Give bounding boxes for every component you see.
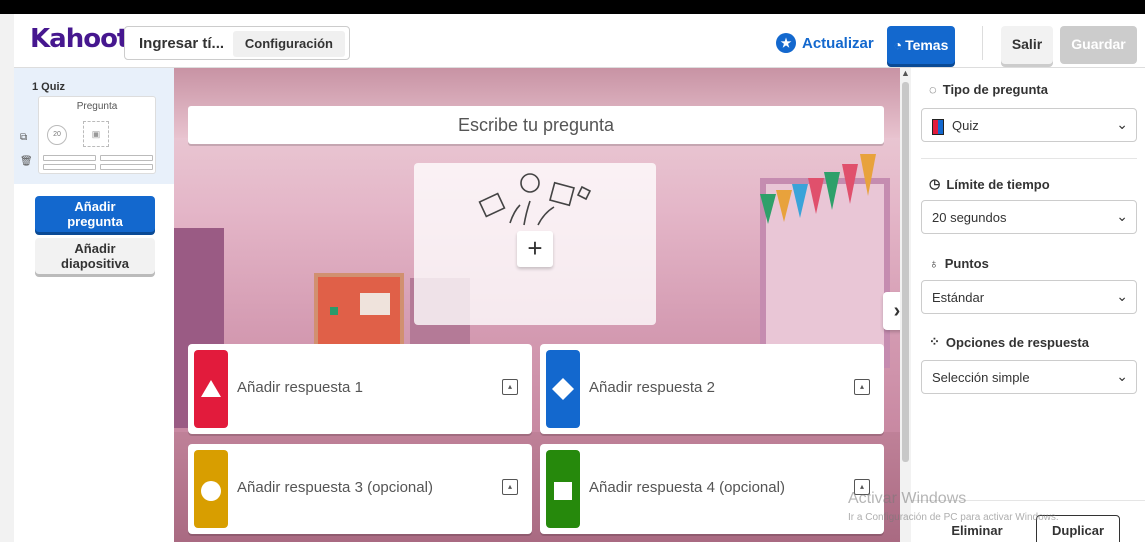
- chevron-down-icon: ⌄: [1116, 368, 1128, 384]
- palette-icon: ◔: [893, 37, 903, 53]
- slides-sidebar: 1 Quiz ⧉ 🗑 Pregunta 20 ▣ Añadir pregunta…: [14, 68, 174, 542]
- answer-4[interactable]: Añadir respuesta 4 (opcional) ▴: [540, 444, 884, 534]
- image-icon[interactable]: ▴: [502, 379, 518, 395]
- answer-4-label: Añadir respuesta 4 (opcional): [589, 479, 785, 496]
- themes-button[interactable]: ◔ Temas: [887, 26, 955, 64]
- thumb-question: Pregunta: [76, 101, 118, 112]
- add-question-line1: Añadir: [74, 199, 116, 214]
- themes-label: Temas: [905, 37, 949, 53]
- chevron-down-icon: ⌄: [1116, 116, 1128, 132]
- bunting-flag: [776, 190, 792, 222]
- slide-thumbnail[interactable]: Pregunta 20 ▣: [38, 96, 156, 174]
- add-question-button[interactable]: Añadir pregunta: [35, 196, 155, 232]
- settings-divider: [921, 158, 1137, 159]
- bunting-flag: [760, 194, 776, 224]
- image-icon[interactable]: ▴: [854, 379, 870, 395]
- thumb-answer-bar: [100, 164, 153, 170]
- app-frame: Kahoot! Ingresar tí... Configuración ★ A…: [0, 0, 1145, 542]
- media-illustration-icon: [478, 173, 592, 226]
- activation-watermark-title: Activar Windows: [848, 490, 967, 507]
- slide-label: 1 Quiz: [32, 81, 66, 93]
- kahoot-logo[interactable]: Kahoot!: [30, 24, 140, 54]
- question-canvas: Escribe tu pregunta + Añadir respuesta 1…: [174, 68, 900, 542]
- square-icon: [546, 450, 580, 528]
- thumb-image-icon: ▣: [83, 121, 109, 147]
- chevron-down-icon: ⌄: [1116, 208, 1128, 224]
- time-limit-title: ◷ Límite de tiempo: [929, 176, 1050, 192]
- activation-watermark-text: Ir a Configuración de PC para activar Wi…: [848, 512, 1059, 523]
- bunting-flag: [808, 178, 824, 214]
- thumb-answer-bar: [43, 164, 96, 170]
- star-icon: ★: [776, 33, 796, 53]
- scrollbar-thumb[interactable]: [902, 82, 909, 462]
- slide-item-1[interactable]: 1 Quiz ⧉ 🗑 Pregunta 20 ▣: [14, 68, 174, 184]
- points-select[interactable]: Estándar ⌄: [921, 280, 1137, 314]
- answer-3-label: Añadir respuesta 3 (opcional): [237, 479, 433, 496]
- question-type-value: Quiz: [932, 118, 979, 135]
- image-icon[interactable]: ▴: [502, 479, 518, 495]
- answer-options-select[interactable]: Selección simple ⌄: [921, 360, 1137, 394]
- add-slide-line2: diapositiva: [61, 256, 129, 271]
- add-media-button[interactable]: +: [517, 231, 553, 267]
- top-black-bar: [0, 0, 1145, 14]
- diamond-icon: [546, 350, 580, 428]
- answer-1[interactable]: Añadir respuesta 1 ▴: [188, 344, 532, 434]
- scroll-up-icon[interactable]: ▲: [901, 68, 910, 78]
- clock-icon: ◷: [929, 176, 941, 191]
- settings-panel: ◌ Tipo de pregunta Quiz ⌄ ◷ Límite de ti…: [911, 68, 1145, 542]
- answer-2[interactable]: Añadir respuesta 2 ▴: [540, 344, 884, 434]
- question-type-icon: ◌: [929, 82, 937, 97]
- time-limit-title-text: Límite de tiempo: [946, 176, 1050, 192]
- duplicate-icon[interactable]: ⧉: [20, 132, 27, 143]
- thumb-answer-bar: [43, 155, 96, 161]
- thumb-answer-bar: [100, 155, 153, 161]
- quiz-icon: [932, 118, 944, 135]
- settings-button[interactable]: Configuración: [232, 31, 345, 57]
- header-divider: [982, 26, 983, 60]
- medal-icon: ♁: [929, 256, 939, 271]
- thumb-timer: 20: [47, 125, 67, 145]
- bunting-flag: [792, 184, 808, 218]
- bunting-flag: [824, 172, 840, 210]
- add-slide-line1: Añadir: [74, 241, 116, 256]
- title-input-text[interactable]: Ingresar tí...: [139, 35, 224, 52]
- question-input[interactable]: Escribe tu pregunta: [188, 106, 884, 144]
- header-bar: Kahoot! Ingresar tí... Configuración ★ A…: [14, 14, 1145, 68]
- answer-options-title: ⁘ Opciones de respuesta: [929, 334, 1089, 350]
- circle-icon: [194, 450, 228, 528]
- answer-3[interactable]: Añadir respuesta 3 (opcional) ▴: [188, 444, 532, 534]
- bunting-flag: [860, 154, 876, 196]
- background-pin: [330, 307, 338, 315]
- save-button[interactable]: Guardar: [1060, 26, 1137, 64]
- background-note: [360, 293, 390, 315]
- answer-1-label: Añadir respuesta 1: [237, 379, 363, 396]
- question-type-value-text: Quiz: [952, 118, 979, 133]
- triangle-icon: [194, 350, 228, 428]
- add-slide-button[interactable]: Añadir diapositiva: [35, 238, 155, 274]
- add-question-line2: pregunta: [67, 214, 123, 229]
- answer-2-label: Añadir respuesta 2: [589, 379, 715, 396]
- answer-options-value: Selección simple: [932, 370, 1030, 385]
- update-button[interactable]: ★ Actualizar: [776, 26, 874, 60]
- update-label: Actualizar: [802, 34, 874, 52]
- exit-button[interactable]: Salir: [1001, 26, 1053, 64]
- points-title-text: Puntos: [944, 256, 989, 271]
- time-limit-value: 20 segundos: [932, 210, 1007, 225]
- question-type-title-text: Tipo de pregunta: [942, 82, 1048, 97]
- question-type-select[interactable]: Quiz ⌄: [921, 108, 1137, 142]
- canvas-scrollbar[interactable]: ▲: [900, 68, 911, 542]
- time-limit-select[interactable]: 20 segundos ⌄: [921, 200, 1137, 234]
- points-value: Estándar: [932, 290, 985, 305]
- bunting-flag: [842, 164, 858, 204]
- chevron-down-icon: ⌄: [1116, 288, 1128, 304]
- question-type-title: ◌ Tipo de pregunta: [929, 82, 1048, 97]
- points-title: ♁ Puntos: [929, 256, 989, 271]
- trash-icon[interactable]: 🗑: [20, 156, 33, 167]
- grid-icon: ⁘: [929, 334, 940, 349]
- media-upload-area[interactable]: +: [414, 163, 656, 325]
- answer-options-title-text: Opciones de respuesta: [945, 334, 1089, 350]
- title-input[interactable]: Ingresar tí... Configuración: [124, 26, 350, 60]
